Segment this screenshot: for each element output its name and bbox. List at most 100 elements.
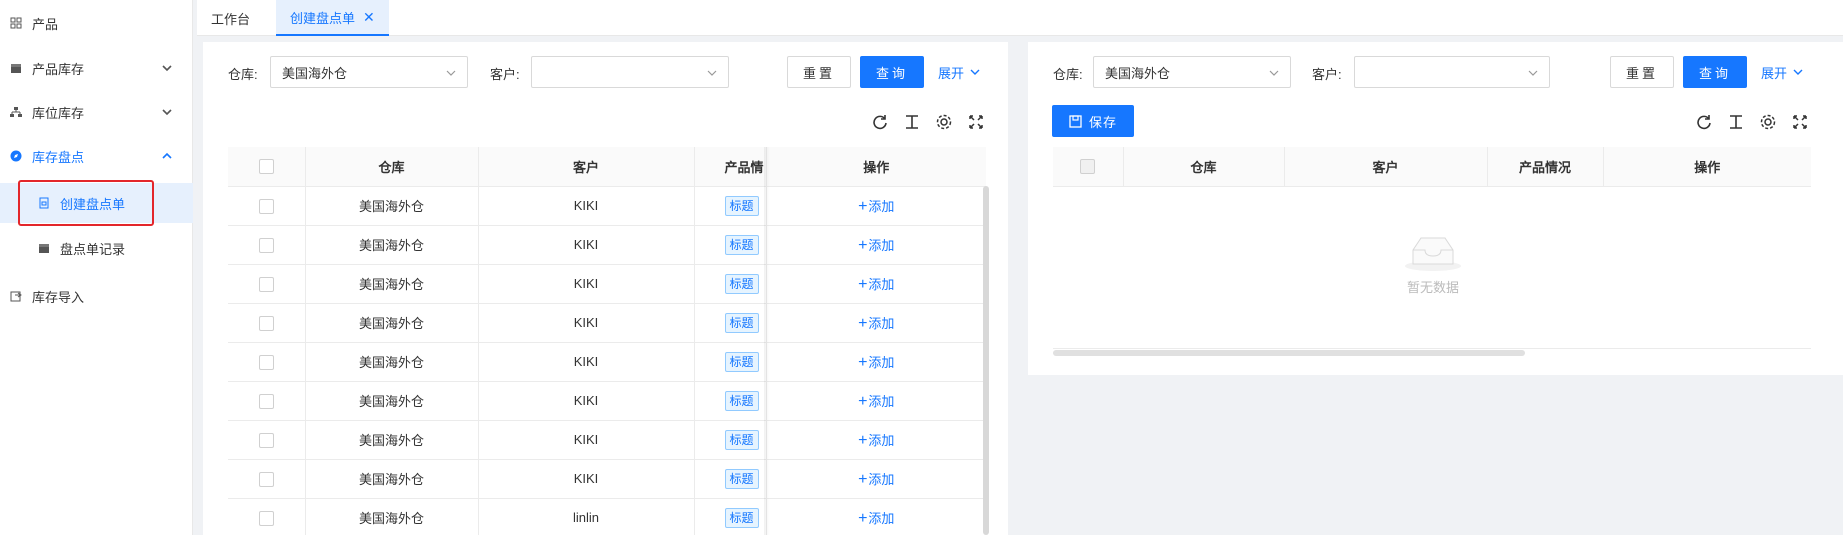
save-button[interactable]: 保存 (1052, 105, 1134, 137)
row-checkbox[interactable] (258, 471, 274, 487)
add-button[interactable]: +添加 (858, 237, 894, 254)
refresh-icon[interactable] (1695, 113, 1713, 131)
sidebar-item-check-records[interactable]: 盘点单记录 (0, 228, 193, 268)
row-select-cell[interactable] (228, 186, 306, 226)
table-row[interactable]: 美国海外仓 KIKI 标题 +添加 (228, 342, 986, 382)
plus-icon: + (858, 197, 868, 215)
table-row[interactable]: 美国海外仓 linlin 标题 +添加 (228, 498, 986, 535)
add-button[interactable]: +添加 (858, 393, 894, 410)
sidebar-item-location-stock[interactable]: 库位库存 (0, 92, 193, 132)
expand-button[interactable]: 展开 (938, 56, 982, 88)
sidebar-item-create-check[interactable]: 创建盘点单 (0, 183, 193, 223)
customer-label: 客户: (490, 67, 520, 82)
row-select-cell[interactable] (228, 498, 306, 535)
reset-button[interactable]: 重置 (787, 56, 851, 88)
row-select-cell[interactable] (228, 342, 306, 382)
row-select-cell[interactable] (228, 264, 306, 304)
customer-label: 客户: (1312, 67, 1342, 82)
row-checkbox[interactable] (258, 432, 274, 448)
row-checkbox[interactable] (258, 198, 274, 214)
warehouse-select[interactable]: 美国海外仓 (270, 56, 468, 88)
add-button[interactable]: +添加 (858, 354, 894, 371)
table-row[interactable]: 美国海外仓 KIKI 标题 +添加 (228, 225, 986, 265)
row-checkbox[interactable] (258, 276, 274, 292)
left-table: 仓库 客户 产品情 操作 美国海外仓 KIKI 标题 +添加 美国海外仓 KIKI 标题 +添… (228, 147, 986, 535)
table-row[interactable]: 美国海外仓 KIKI 标题 +添加 (228, 303, 986, 343)
sidebar-item-product-stock[interactable]: 产品库存 (0, 48, 193, 88)
sidebar-item-label: 产品 (32, 16, 59, 32)
add-label: 添加 (868, 276, 895, 292)
tab-workbench[interactable]: 工作台 (197, 0, 264, 36)
table-bottom-border (1053, 348, 1811, 349)
product-tag: 标题 (724, 195, 759, 216)
row-checkbox[interactable] (258, 354, 274, 370)
row-checkbox[interactable] (258, 237, 274, 253)
gear-icon[interactable] (1759, 113, 1777, 131)
customer-cell: KIKI (478, 264, 695, 304)
document-icon (36, 195, 52, 211)
table-row[interactable]: 美国海外仓 KIKI 标题 +添加 (228, 186, 986, 226)
expand-button[interactable]: 展开 (1761, 56, 1805, 88)
compass-icon (8, 148, 24, 164)
warehouse-cell: 美国海外仓 (305, 264, 479, 304)
column-header-warehouse: 仓库 (1123, 147, 1285, 187)
chevron-down-icon (162, 109, 172, 116)
add-button[interactable]: +添加 (858, 510, 894, 527)
add-label: 添加 (868, 471, 895, 487)
density-icon[interactable] (1727, 113, 1745, 131)
add-button[interactable]: +添加 (858, 432, 894, 449)
product-cell: 标题 (694, 342, 767, 382)
row-checkbox[interactable] (258, 393, 274, 409)
horizontal-scrollbar[interactable] (1053, 350, 1525, 356)
fullscreen-icon[interactable] (1791, 113, 1809, 131)
query-button[interactable]: 查询 (1683, 56, 1747, 88)
product-tag: 标题 (724, 351, 759, 372)
sidebar-item-inventory-check[interactable]: 库存盘点 (0, 136, 193, 176)
chevron-down-icon (446, 70, 456, 76)
refresh-icon[interactable] (871, 113, 889, 131)
fullscreen-icon[interactable] (967, 113, 985, 131)
action-cell: +添加 (766, 186, 986, 226)
warehouse-select[interactable]: 美国海外仓 (1093, 56, 1291, 88)
row-select-cell[interactable] (228, 420, 306, 460)
plus-icon: + (858, 470, 868, 488)
save-icon (1069, 114, 1082, 128)
product-cell: 标题 (694, 420, 767, 460)
add-button[interactable]: +添加 (858, 197, 894, 215)
plus-icon: + (858, 275, 868, 293)
select-all-cell[interactable] (1053, 147, 1124, 187)
row-select-cell[interactable] (228, 381, 306, 421)
customer-select[interactable] (531, 56, 729, 88)
product-tag: 标题 (724, 390, 759, 411)
row-checkbox[interactable] (258, 315, 274, 331)
select-all-checkbox[interactable] (258, 159, 274, 175)
gear-icon[interactable] (935, 113, 953, 131)
table-row[interactable]: 美国海外仓 KIKI 标题 +添加 (228, 459, 986, 499)
vertical-scrollbar[interactable] (983, 186, 989, 535)
table-row[interactable]: 美国海外仓 KIKI 标题 +添加 (228, 420, 986, 460)
sidebar-item-products[interactable]: 产品 (0, 3, 193, 43)
add-button[interactable]: +添加 (858, 275, 895, 293)
customer-cell: KIKI (478, 186, 695, 226)
close-icon[interactable]: ✕ (363, 9, 375, 26)
table-row[interactable]: 美国海外仓 KIKI 标题 +添加 (228, 264, 986, 304)
warehouse-select-value: 美国海外仓 (1105, 65, 1171, 81)
select-all-cell[interactable] (228, 147, 306, 187)
density-icon[interactable] (903, 113, 921, 131)
save-label: 保存 (1088, 114, 1117, 130)
table-row[interactable]: 美国海外仓 KIKI 标题 +添加 (228, 381, 986, 421)
sidebar-item-stock-import[interactable]: 库存导入 (0, 276, 193, 316)
tab-create-check[interactable]: 创建盘点单 ✕ (276, 0, 389, 36)
empty-state: 暂无数据 (1373, 232, 1493, 296)
query-button[interactable]: 查询 (860, 56, 924, 88)
add-button[interactable]: +添加 (858, 315, 894, 332)
row-select-cell[interactable] (228, 225, 306, 265)
select-all-checkbox[interactable] (1080, 159, 1096, 175)
add-button[interactable]: +添加 (858, 470, 895, 488)
row-select-cell[interactable] (228, 303, 306, 343)
row-checkbox[interactable] (258, 510, 274, 526)
row-select-cell[interactable] (228, 459, 306, 499)
customer-cell: KIKI (478, 342, 695, 382)
customer-select[interactable] (1354, 56, 1550, 88)
reset-button[interactable]: 重置 (1610, 56, 1674, 88)
